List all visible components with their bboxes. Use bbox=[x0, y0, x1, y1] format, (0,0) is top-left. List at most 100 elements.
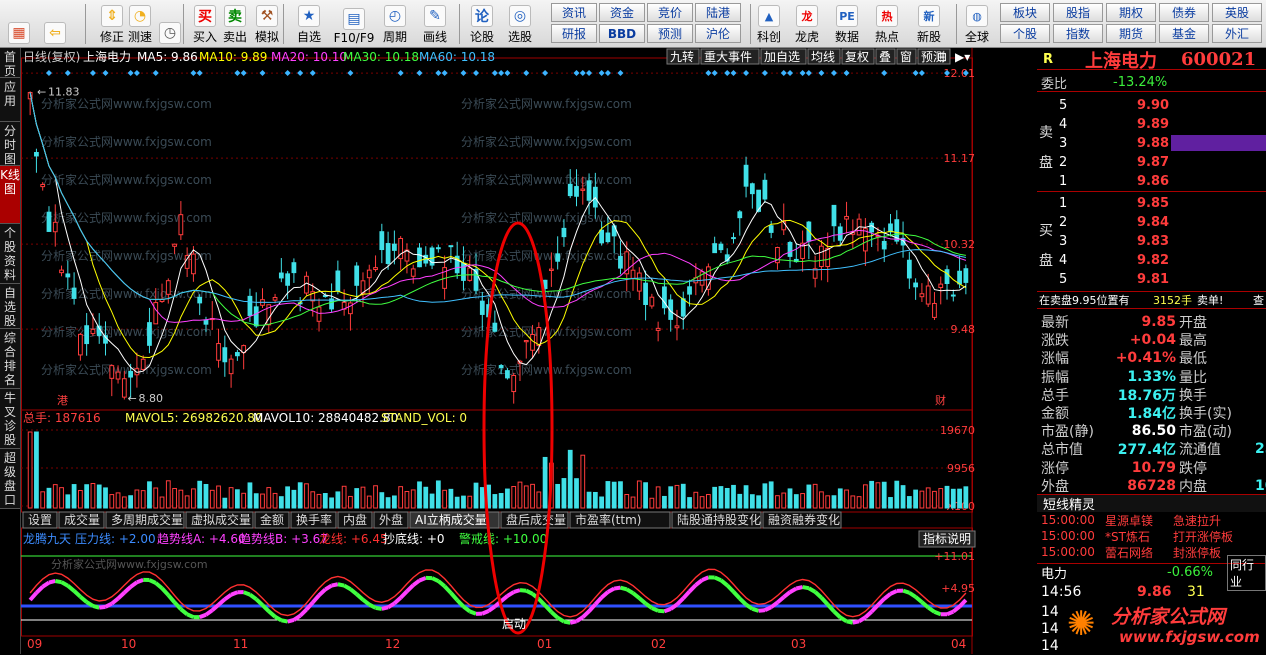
kline-tool-label: 均线 bbox=[811, 50, 835, 64]
buy-level-4[interactable]: 59.81 bbox=[1037, 270, 1266, 288]
indicator-axis-label: +11.01 bbox=[934, 550, 975, 563]
menu-menu_row2b-2[interactable]: 期货 bbox=[1106, 24, 1156, 43]
toolbar-buy-button[interactable]: 买买入 bbox=[190, 3, 220, 45]
toolbar-globe-button[interactable]: ◍全球 bbox=[960, 3, 994, 45]
toolbar-back-arrow-button[interactable]: ⇦ bbox=[40, 3, 70, 45]
stat-label-2: 内盘 bbox=[1179, 476, 1207, 496]
candle bbox=[493, 323, 497, 331]
menu-menu_row1-0[interactable]: 资讯 bbox=[551, 3, 597, 22]
menu-menu_row2b-0[interactable]: 个股 bbox=[1000, 24, 1050, 43]
chart-area[interactable]: 日线(复权)上海电力MA5: 9.86MA10: 9.89MA20: 10.10… bbox=[21, 48, 985, 654]
candle bbox=[229, 359, 233, 374]
tick-time: 14 bbox=[1041, 638, 1059, 654]
sell-level-3[interactable]: 29.87 bbox=[1037, 153, 1266, 171]
nav-item-7[interactable]: 牛叉诊股 bbox=[0, 389, 20, 449]
nav-item-4[interactable]: 个股资料 bbox=[0, 224, 20, 284]
menu-menu_row1-2[interactable]: 竞价 bbox=[647, 3, 693, 22]
volume-bar bbox=[606, 482, 610, 508]
nav-item-3[interactable]: K线图 bbox=[0, 166, 20, 224]
nav-item-1[interactable]: 应用 bbox=[0, 78, 20, 122]
buy-level-3[interactable]: 49.82 bbox=[1037, 251, 1266, 269]
buy-level-price: 9.82 bbox=[1137, 253, 1169, 268]
menu-menu_row2b-1[interactable]: 指数 bbox=[1053, 24, 1103, 43]
toolbar-cycle-button[interactable]: ◴周期 bbox=[380, 3, 410, 45]
nav-item-2[interactable]: 分时图 bbox=[0, 122, 20, 166]
indicator-tab-label: 融资融券变化 bbox=[768, 512, 840, 527]
toolbar-hot-button[interactable]: 热热点 bbox=[870, 3, 904, 45]
menu-menu_row1b-3[interactable]: 债券 bbox=[1159, 3, 1209, 22]
buy-level-2[interactable]: 39.83 bbox=[1037, 232, 1266, 250]
menu-menu_row2-0[interactable]: 研报 bbox=[551, 24, 597, 43]
buy-level-1[interactable]: 29.84 bbox=[1037, 213, 1266, 231]
toolbar-stock-pick-button[interactable]: ◎选股 bbox=[505, 3, 535, 45]
toolbar-pencil-button[interactable]: ✎画线 bbox=[420, 3, 450, 45]
sector-row[interactable]: 电力-0.66%同行业 bbox=[1037, 563, 1266, 581]
big-order-alert[interactable]: 在卖盘9.95位置有3152手卖单!查 bbox=[1037, 291, 1266, 309]
volume-bar bbox=[305, 484, 309, 508]
short-term-item[interactable]: 15:00:00*ST炼石打开涨停板 bbox=[1037, 528, 1266, 544]
trend-line bbox=[847, 621, 853, 622]
quote-stat-row: 总手18.76万换手 bbox=[1037, 386, 1266, 404]
menu-menu_row1b-1[interactable]: 股指 bbox=[1053, 3, 1103, 22]
toolbar-hammer-button[interactable]: ⚒模拟 bbox=[252, 3, 282, 45]
volume-bar bbox=[380, 493, 384, 508]
volume-bar bbox=[104, 488, 108, 508]
candle bbox=[279, 273, 283, 278]
menu-menu_row1-3[interactable]: 陆港 bbox=[695, 3, 741, 22]
menu-menu_row2-3[interactable]: 沪伦 bbox=[695, 24, 741, 43]
sell-level-0[interactable]: 59.90 bbox=[1037, 96, 1266, 114]
short-term-title[interactable]: 短线精灵 bbox=[1037, 494, 1266, 512]
menu-menu_row1b-0[interactable]: 板块 bbox=[1000, 3, 1050, 22]
menu-menu_row1b-4[interactable]: 英股 bbox=[1212, 3, 1262, 22]
menu-menu_row2b-4[interactable]: 外汇 bbox=[1212, 24, 1262, 43]
trend-line bbox=[947, 612, 953, 615]
buy-level-num: 1 bbox=[1059, 196, 1067, 211]
candle bbox=[449, 246, 453, 247]
toolbar-sell-button[interactable]: 卖卖出 bbox=[220, 3, 250, 45]
volume-bar bbox=[173, 489, 177, 508]
toolbar-kechuang-button[interactable]: ▲科创 bbox=[752, 3, 786, 45]
menu-menu_row1-1[interactable]: 资金 bbox=[599, 3, 645, 22]
toolbar-speed-test-button[interactable]: ◔测速 bbox=[125, 3, 155, 45]
volume-bar bbox=[141, 491, 145, 508]
toolbar-star-button[interactable]: ★自选 bbox=[294, 3, 324, 45]
toolbar-app-logo-button[interactable]: ▦ bbox=[4, 3, 34, 45]
toolbar-new-stock-button[interactable]: 新新股 bbox=[912, 3, 946, 45]
lock-icon[interactable]: ⊟ bbox=[937, 50, 947, 64]
volume-bar bbox=[524, 486, 528, 508]
volume-bar bbox=[713, 487, 717, 508]
toolbar-forum-button[interactable]: 论论股 bbox=[467, 3, 497, 45]
nav-item-5[interactable]: 自选股 bbox=[0, 284, 20, 329]
ma-label-0: MA5: 9.86 bbox=[137, 50, 198, 64]
nav-item-6[interactable]: 综合排名 bbox=[0, 329, 20, 389]
sell-level-4[interactable]: 19.86 bbox=[1037, 172, 1266, 190]
nav-item-8[interactable]: 超级盘口 bbox=[0, 449, 20, 509]
indicator-tab-label: 换手率 bbox=[296, 512, 332, 527]
toolbar-dragon-tiger-button[interactable]: 龙龙虎 bbox=[790, 3, 824, 45]
toolbar-updown-arrow-button[interactable]: ⇕修正 bbox=[97, 3, 127, 45]
hk-connect-tag[interactable]: 港 bbox=[57, 394, 68, 407]
buy-level-0[interactable]: 19.85 bbox=[1037, 194, 1266, 212]
volume-bar bbox=[449, 489, 453, 508]
toolbar-clock-button[interactable]: ◷ bbox=[155, 3, 185, 45]
sell-level-1[interactable]: 49.89 bbox=[1037, 115, 1266, 133]
globe-icon: ◍ bbox=[966, 5, 988, 27]
quote-stat-row: 最新9.85开盘 bbox=[1037, 313, 1266, 331]
volume-bar bbox=[474, 483, 478, 508]
toolbar-pe-data-button[interactable]: PE数据 bbox=[830, 3, 864, 45]
menu-menu_row2-2[interactable]: 预测 bbox=[647, 24, 693, 43]
financial-report-tag[interactable]: 财 bbox=[935, 393, 946, 407]
volume-bar bbox=[562, 479, 566, 508]
short-term-item[interactable]: 15:00:00星源卓镁急速拉升 bbox=[1037, 512, 1266, 528]
indicator-param-0: 压力线: +2.00 bbox=[75, 532, 156, 546]
stock-code: 600021 bbox=[1181, 49, 1256, 70]
menu-menu_row2-1[interactable]: BBD bbox=[599, 24, 645, 43]
toolbar-f10-button[interactable]: ▤F10/F9 bbox=[332, 3, 376, 45]
sell-level-2[interactable]: 39.88 bbox=[1037, 134, 1266, 152]
menu-menu_row1b-2[interactable]: 期权 bbox=[1106, 3, 1156, 22]
dropdown-arrow-icon[interactable]: ▶▾ bbox=[955, 50, 970, 64]
candle bbox=[35, 153, 39, 156]
nav-item-0[interactable]: 首页 bbox=[0, 48, 20, 78]
menu-menu_row2b-3[interactable]: 基金 bbox=[1159, 24, 1209, 43]
indicator-watermark: 分析家公式网www.fxjgsw.com bbox=[51, 557, 208, 571]
